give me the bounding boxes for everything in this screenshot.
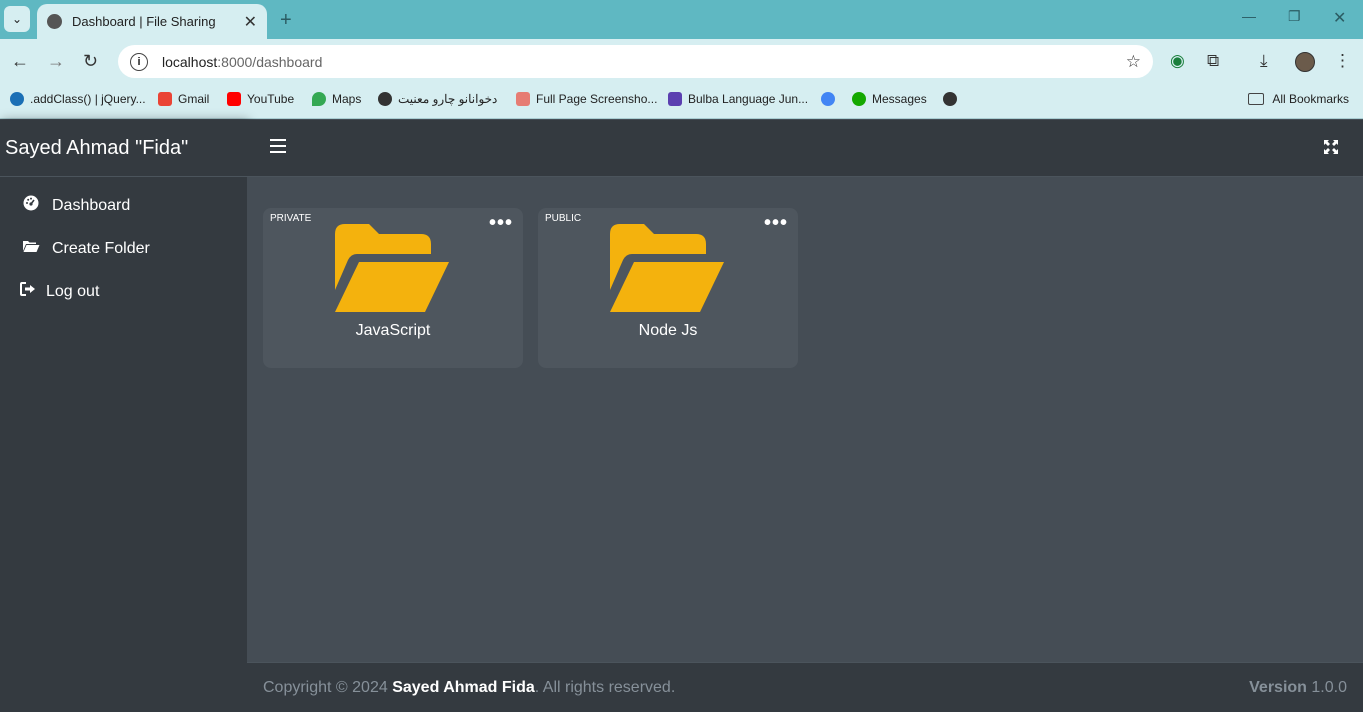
bookmark-star-icon[interactable]: ☆ bbox=[1126, 52, 1141, 72]
author-link[interactable]: Sayed Ahmad Fida bbox=[392, 679, 535, 696]
extensions-icon[interactable]: ⧉ bbox=[1207, 51, 1219, 71]
browser-tab[interactable]: Dashboard | File Sharing ✕ bbox=[37, 4, 267, 39]
tab-title: Dashboard | File Sharing bbox=[72, 14, 216, 29]
upwork-icon bbox=[852, 92, 866, 106]
folder-name: Node Js bbox=[638, 322, 698, 339]
globe-icon bbox=[943, 92, 957, 106]
folder-name: JavaScript bbox=[355, 322, 431, 339]
gmail-icon bbox=[158, 92, 172, 106]
bookmark-item[interactable]: YouTube bbox=[227, 92, 294, 106]
download-icon[interactable]: ⤓ bbox=[1260, 51, 1268, 71]
bookmark-label: Maps bbox=[332, 92, 362, 106]
site-info-icon[interactable]: i bbox=[130, 52, 148, 71]
bookmark-item[interactable]: Maps bbox=[312, 92, 361, 106]
browser-toolbar: ← → ↻ i localhost:8000/dashboard ☆ ◉ ⧉ ⤓… bbox=[0, 39, 1363, 84]
brand-link[interactable]: Sayed Ahmad "Fida" bbox=[0, 120, 247, 177]
top-navbar bbox=[247, 120, 1363, 177]
bookmark-item[interactable]: .addClass() | jQuery... bbox=[10, 92, 146, 106]
bookmark-item[interactable]: دخوانانو چارو معنيت bbox=[378, 92, 497, 106]
sidebar-item-label: Log out bbox=[46, 282, 100, 300]
all-bookmarks-button[interactable]: All Bookmarks bbox=[1248, 92, 1349, 106]
sidebar-item-create-folder[interactable]: Create Folder bbox=[0, 227, 247, 270]
copyright-suffix: . All rights reserved. bbox=[534, 678, 676, 696]
bookmark-label: Full Page Screensho... bbox=[536, 92, 658, 106]
more-options-icon[interactable]: ••• bbox=[764, 212, 788, 235]
folder-card[interactable]: PUBLIC ••• Node Js bbox=[538, 208, 798, 368]
sidebar-item-label: Create Folder bbox=[52, 239, 150, 257]
back-icon[interactable]: ← bbox=[11, 51, 29, 72]
bookmark-label: Messages bbox=[872, 92, 927, 106]
copyright-prefix: Copyright © 2024 bbox=[263, 678, 393, 696]
visibility-badge: PUBLIC bbox=[545, 213, 582, 224]
folder-open-icon bbox=[20, 239, 42, 258]
bookmark-label: دخوانانو چارو معنيت bbox=[398, 92, 498, 106]
globe-icon bbox=[47, 14, 62, 29]
bookmark-item[interactable]: Bulba Language Jun... bbox=[668, 92, 808, 106]
all-bookmarks-label: All Bookmarks bbox=[1272, 92, 1349, 106]
sidebar: Sayed Ahmad "Fida" Dashboard Create Fold… bbox=[0, 120, 247, 712]
sidebar-item-dashboard[interactable]: Dashboard bbox=[0, 184, 247, 227]
new-tab-button[interactable]: + bbox=[280, 9, 292, 32]
tab-search-button[interactable]: ⌄ bbox=[4, 6, 30, 32]
reload-icon[interactable]: ↻ bbox=[83, 51, 98, 72]
folder-icon bbox=[1248, 93, 1265, 105]
bookmark-item[interactable] bbox=[821, 92, 841, 106]
url-path: :8000/dashboard bbox=[217, 53, 323, 70]
copyright-text: Copyright © 2024 Sayed Ahmad Fida. All r… bbox=[263, 679, 675, 697]
grammarly-extension-icon[interactable]: ◉ bbox=[1170, 51, 1185, 71]
menu-kebab-icon[interactable]: ⋮ bbox=[1334, 51, 1351, 71]
google-icon bbox=[821, 92, 835, 106]
version-info: Version 1.0.0 bbox=[1249, 679, 1347, 697]
minimize-icon[interactable]: — bbox=[1242, 8, 1256, 24]
bookmark-item[interactable] bbox=[943, 92, 963, 106]
forward-icon[interactable]: → bbox=[47, 51, 65, 72]
main-content: PRIVATE ••• JavaScript PUBLIC ••• Node J… bbox=[247, 177, 1363, 662]
footer: Copyright © 2024 Sayed Ahmad Fida. All r… bbox=[247, 662, 1363, 712]
globe-icon bbox=[378, 92, 392, 106]
restore-icon[interactable]: ❐ bbox=[1288, 8, 1301, 25]
sign-out-icon bbox=[20, 282, 36, 301]
screenshot-extension-icon bbox=[516, 92, 530, 106]
bookmark-label: .addClass() | jQuery... bbox=[30, 92, 146, 106]
folder-icon bbox=[335, 224, 449, 312]
more-options-icon[interactable]: ••• bbox=[489, 212, 513, 235]
close-window-icon[interactable]: ✕ bbox=[1333, 8, 1346, 28]
version-label: Version bbox=[1249, 678, 1307, 696]
list-icon bbox=[668, 92, 682, 106]
bookmarks-bar: .addClass() | jQuery... Gmail YouTube Ma… bbox=[0, 84, 1363, 119]
url-host: localhost bbox=[162, 53, 218, 70]
fullscreen-icon[interactable] bbox=[1324, 140, 1338, 154]
sidebar-item-logout[interactable]: Log out bbox=[0, 270, 247, 313]
version-number: 1.0.0 bbox=[1311, 678, 1347, 696]
bookmark-label: Gmail bbox=[178, 92, 210, 106]
bookmark-label: Bulba Language Jun... bbox=[688, 92, 809, 106]
hamburger-menu-icon[interactable] bbox=[270, 139, 286, 155]
close-tab-icon[interactable]: ✕ bbox=[244, 12, 257, 32]
tachometer-icon bbox=[20, 195, 42, 216]
bookmark-item[interactable]: Messages bbox=[852, 92, 927, 106]
folder-icon bbox=[610, 224, 724, 312]
maps-icon bbox=[312, 92, 326, 106]
browser-tab-strip: ⌄ Dashboard | File Sharing ✕ + — ❐ ✕ bbox=[0, 0, 1363, 39]
youtube-icon bbox=[227, 92, 241, 106]
sidebar-item-label: Dashboard bbox=[52, 196, 131, 214]
jquery-icon bbox=[10, 92, 24, 106]
bookmark-label: YouTube bbox=[247, 92, 295, 106]
folder-card[interactable]: PRIVATE ••• JavaScript bbox=[263, 208, 523, 368]
bookmark-item[interactable]: Gmail bbox=[158, 92, 209, 106]
visibility-badge: PRIVATE bbox=[270, 213, 312, 224]
bookmark-item[interactable]: Full Page Screensho... bbox=[516, 92, 657, 106]
address-bar[interactable]: i localhost:8000/dashboard ☆ bbox=[118, 45, 1153, 78]
profile-avatar[interactable] bbox=[1295, 52, 1315, 72]
